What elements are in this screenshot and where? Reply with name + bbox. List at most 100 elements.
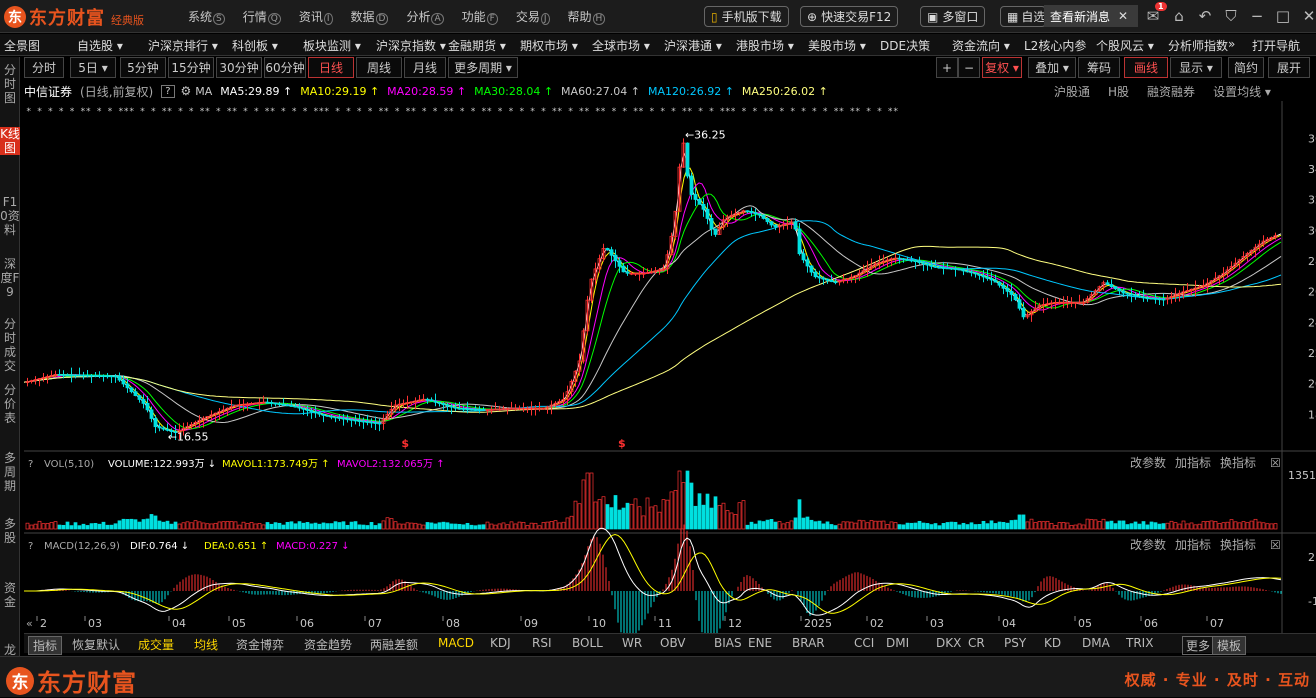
chart-tool-button[interactable]: 叠加 ▾ — [1028, 57, 1076, 78]
multi-window-button[interactable]: ▣ 多窗口 — [920, 6, 986, 27]
period-button[interactable]: 60分钟 — [264, 57, 306, 78]
close-icon[interactable]: ✕ — [1118, 9, 1128, 23]
self-select-button[interactable]: ▦ 自选 — [1000, 6, 1046, 27]
settings-gear-icon[interactable]: ⚙ — [181, 84, 192, 98]
menu-s[interactable]: 系统 S — [188, 8, 225, 25]
indicator-tab[interactable]: WR — [622, 636, 642, 650]
indicator-tab[interactable]: 模板 — [1212, 636, 1247, 655]
market-menu-item[interactable]: 沪深京排行 ▾ — [148, 37, 218, 54]
period-button[interactable]: 月线 — [404, 57, 446, 78]
vol-panel-tool[interactable]: 改参数 — [1130, 455, 1166, 470]
period-button[interactable]: 日线 — [308, 57, 354, 78]
indicator-tab[interactable]: DMI — [886, 636, 909, 650]
left-nav-item[interactable]: 深度F9 — [0, 257, 20, 299]
kline-chart[interactable]: * * * * * ** * * *** * * ** * * ** * ** … — [23, 101, 1316, 643]
chart-tool-button[interactable]: 复权 ▾ — [982, 57, 1022, 78]
left-nav-item[interactable]: 分时成交 — [0, 317, 20, 373]
market-menu-item[interactable]: 板块监测 ▾ — [303, 37, 361, 54]
left-nav-item[interactable]: 分时图 — [0, 63, 20, 105]
period-button[interactable]: 分时 — [24, 57, 64, 78]
chart-tool-button[interactable]: 画线 — [1124, 57, 1168, 78]
period-button[interactable]: 5分钟 — [120, 57, 166, 78]
chart-tool-button[interactable]: 简约 — [1228, 57, 1264, 78]
market-menu-item[interactable]: L2核心内参 — [1024, 37, 1086, 54]
chart-tool-button[interactable]: 筹码 — [1078, 57, 1120, 78]
shirt-icon[interactable]: ⛉ — [1218, 7, 1244, 25]
menu-q[interactable]: 行情 Q — [243, 8, 281, 25]
macd-panel-tool[interactable]: ☒ — [1270, 538, 1281, 552]
chart-tool-button[interactable]: − — [958, 57, 980, 78]
mobile-download-button[interactable]: ▯ 手机版下载 — [704, 6, 789, 27]
chart-link[interactable]: H股 — [1108, 83, 1129, 100]
market-menu-item[interactable]: 全球市场 ▾ — [592, 37, 650, 54]
stock-name[interactable]: 中信证券 — [24, 83, 72, 100]
indicator-tab[interactable]: 恢复默认 — [72, 636, 120, 653]
market-menu-item[interactable]: 美股市场 ▾ — [808, 37, 866, 54]
vol-panel-tool[interactable]: ☒ — [1270, 456, 1281, 470]
vol-panel-tool[interactable]: 加指标 — [1175, 455, 1211, 470]
quick-trade-button[interactable]: ⊕ 快速交易F12 — [800, 6, 899, 27]
period-button[interactable]: 5日 ▾ — [70, 57, 116, 78]
vol-panel-tool[interactable]: 换指标 — [1220, 455, 1256, 470]
chart-tool-button[interactable]: 展开 — [1268, 57, 1310, 78]
menu-i[interactable]: 资讯 I — [299, 8, 333, 25]
indicator-tab[interactable]: ENE — [748, 636, 772, 650]
chart-link[interactable]: 融资融券 — [1147, 83, 1195, 100]
market-menu-item[interactable]: 分析师指数 — [1168, 37, 1228, 54]
indicator-tab[interactable]: 成交量 — [138, 636, 174, 653]
indicator-tab[interactable]: DMA — [1082, 636, 1110, 650]
macd-panel-tool[interactable]: 加指标 — [1175, 537, 1211, 552]
market-menu-item[interactable]: » — [1228, 37, 1235, 51]
market-menu-item[interactable]: 港股市场 ▾ — [736, 37, 794, 54]
left-nav-item[interactable]: 资金 — [0, 581, 20, 609]
indicator-tab[interactable]: BRAR — [792, 636, 825, 650]
indicator-tab[interactable]: 资金趋势 — [304, 636, 352, 653]
market-menu-item[interactable]: 自选股 ▾ — [77, 37, 123, 54]
indicator-tab[interactable]: RSI — [532, 636, 552, 650]
back-icon[interactable]: ↶ — [1192, 7, 1218, 25]
market-menu-item[interactable]: 沪深港通 ▾ — [664, 37, 722, 54]
indicator-tab[interactable]: DKX — [936, 636, 961, 650]
indicator-tab[interactable]: 资金博弈 — [236, 636, 284, 653]
menu-d[interactable]: 数据 D — [351, 8, 389, 25]
event-marker[interactable]: $ — [618, 437, 626, 450]
help-icon[interactable]: ? — [161, 84, 175, 98]
left-nav-item[interactable]: F10资料 — [0, 195, 20, 237]
event-marker[interactable]: $ — [401, 437, 409, 450]
minimize-icon[interactable]: − — [1244, 7, 1270, 25]
chart-link[interactable]: 设置均线 ▾ — [1213, 83, 1271, 100]
indicator-tab[interactable]: 更多 — [1182, 636, 1215, 655]
left-nav-item[interactable]: 龙 — [0, 643, 20, 657]
market-menu-item[interactable]: 打开导航 — [1252, 37, 1300, 54]
indicator-tab[interactable]: BIAS — [714, 636, 742, 650]
period-button[interactable]: 15分钟 — [168, 57, 214, 78]
macd-panel-tool[interactable]: 改参数 — [1130, 537, 1166, 552]
left-nav-item[interactable]: 多周期 — [0, 451, 20, 493]
market-menu-item[interactable]: 全景图 — [4, 37, 40, 54]
market-menu-item[interactable]: 个股风云 ▾ — [1096, 37, 1154, 54]
period-button[interactable]: 更多周期 ▾ — [448, 57, 518, 78]
indicator-tab[interactable]: 均线 — [194, 636, 218, 653]
menu-f[interactable]: 功能 F — [462, 8, 498, 25]
left-nav-item[interactable]: 分价表 — [0, 383, 20, 425]
left-nav-item[interactable]: K线图 — [0, 127, 20, 155]
indicator-tab[interactable]: BOLL — [572, 636, 603, 650]
macd-help-icon[interactable]: ? — [28, 541, 33, 552]
vol-help-icon[interactable]: ? — [28, 459, 33, 470]
info-mine-markers[interactable]: * * * * * ** * * *** * * ** * * ** * ** … — [26, 107, 898, 117]
indicator-tab[interactable]: PSY — [1004, 636, 1026, 650]
period-button[interactable]: 30分钟 — [216, 57, 262, 78]
maximize-icon[interactable]: □ — [1270, 7, 1296, 25]
chart-tool-button[interactable]: 显示 ▾ — [1170, 57, 1222, 78]
market-menu-item[interactable]: DDE决策 — [880, 37, 930, 54]
news-button[interactable]: 查看新消息 ✕ — [1044, 5, 1138, 27]
chart-link[interactable]: 沪股通 — [1054, 83, 1090, 100]
close-window-icon[interactable]: ✕ — [1296, 7, 1316, 25]
indicator-tab[interactable]: CCI — [854, 636, 874, 650]
market-menu-item[interactable]: 沪深京指数 ▾ — [376, 37, 446, 54]
indicator-tab[interactable]: TRIX — [1126, 636, 1153, 650]
menu-j[interactable]: 交易 J — [516, 8, 550, 25]
indicator-tab[interactable]: OBV — [660, 636, 686, 650]
indicator-tab[interactable]: MACD — [438, 636, 474, 650]
chart-tool-button[interactable]: + — [936, 57, 958, 78]
